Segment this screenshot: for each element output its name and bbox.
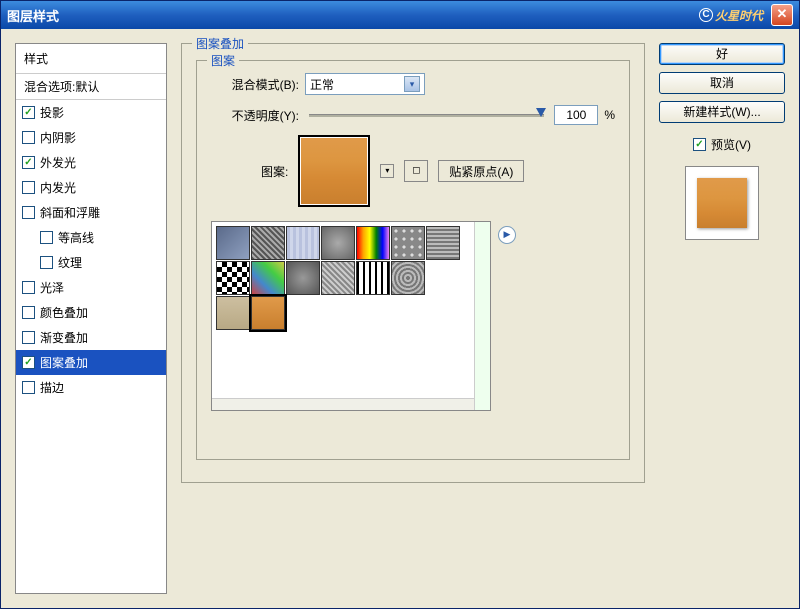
style-label: 内发光	[40, 179, 76, 196]
style-checkbox[interactable]	[22, 106, 35, 119]
style-item-7[interactable]: 光泽	[16, 275, 166, 300]
opacity-label: 不透明度(Y):	[211, 107, 299, 124]
scrollbar-horizontal[interactable]	[212, 398, 474, 410]
style-checkbox[interactable]	[22, 181, 35, 194]
pattern-thumb[interactable]	[391, 226, 425, 260]
style-label: 颜色叠加	[40, 304, 88, 321]
pattern-thumb[interactable]	[251, 261, 285, 295]
style-checkbox[interactable]	[22, 206, 35, 219]
style-item-3[interactable]: 内发光	[16, 175, 166, 200]
styles-header: 样式	[16, 44, 166, 74]
titlebar[interactable]: 图层样式 C火星时代 ✕	[1, 1, 799, 29]
style-checkbox[interactable]	[22, 306, 35, 319]
style-label: 光泽	[40, 279, 64, 296]
style-item-6[interactable]: 纹理	[16, 250, 166, 275]
ok-button[interactable]: 好	[659, 43, 785, 65]
layer-style-dialog: 图层样式 C火星时代 ✕ 样式 混合选项:默认 投影内阴影外发光内发光斜面和浮雕…	[0, 0, 800, 609]
pattern-group: 图案 混合模式(B): 正常 ▾ 不透明度(Y): 100 %	[196, 60, 630, 460]
pattern-thumb[interactable]	[426, 226, 460, 260]
style-checkbox[interactable]	[40, 256, 53, 269]
style-label: 纹理	[58, 254, 82, 271]
style-checkbox[interactable]	[40, 231, 53, 244]
style-label: 描边	[40, 379, 64, 396]
style-label: 斜面和浮雕	[40, 204, 100, 221]
pattern-swatch-row: 图案: ▾ ◻ 贴紧原点(A)	[211, 135, 615, 207]
pattern-swatch[interactable]	[298, 135, 370, 207]
style-checkbox[interactable]	[22, 156, 35, 169]
opacity-row: 不透明度(Y): 100 %	[211, 105, 615, 125]
opacity-input[interactable]: 100	[554, 105, 598, 125]
style-label: 投影	[40, 104, 64, 121]
style-checkbox[interactable]	[22, 331, 35, 344]
dialog-content: 样式 混合选项:默认 投影内阴影外发光内发光斜面和浮雕等高线纹理光泽颜色叠加渐变…	[1, 29, 799, 608]
action-panel: 好 取消 新建样式(W)... 预览(V)	[659, 43, 785, 594]
watermark: C火星时代	[699, 7, 763, 24]
preview-thumbnail	[697, 178, 747, 228]
style-item-5[interactable]: 等高线	[16, 225, 166, 250]
style-item-10[interactable]: 图案叠加	[16, 350, 166, 375]
style-checkbox[interactable]	[22, 381, 35, 394]
pattern-thumb[interactable]	[391, 261, 425, 295]
style-item-8[interactable]: 颜色叠加	[16, 300, 166, 325]
pattern-thumb[interactable]	[286, 226, 320, 260]
pattern-thumb[interactable]	[321, 261, 355, 295]
pattern-dropdown-arrow[interactable]: ▾	[380, 164, 394, 178]
blend-options-default[interactable]: 混合选项:默认	[16, 74, 166, 100]
pattern-thumb[interactable]	[251, 296, 285, 330]
settings-panel: 图案叠加 图案 混合模式(B): 正常 ▾ 不透明度(Y): 100	[181, 43, 645, 594]
styles-list: 样式 混合选项:默认 投影内阴影外发光内发光斜面和浮雕等高线纹理光泽颜色叠加渐变…	[15, 43, 167, 594]
preview-checkbox[interactable]	[693, 138, 706, 151]
chevron-down-icon: ▾	[404, 76, 420, 92]
opacity-suffix: %	[604, 108, 615, 122]
slider-thumb[interactable]	[536, 108, 546, 117]
pattern-thumb[interactable]	[216, 261, 250, 295]
scrollbar-vertical[interactable]	[474, 222, 490, 410]
pattern-overlay-group: 图案叠加 图案 混合模式(B): 正常 ▾ 不透明度(Y): 100	[181, 43, 645, 483]
cancel-button[interactable]: 取消	[659, 72, 785, 94]
style-label: 图案叠加	[40, 354, 88, 371]
style-checkbox[interactable]	[22, 356, 35, 369]
blend-mode-select[interactable]: 正常 ▾	[305, 73, 425, 95]
preview-label: 预览(V)	[711, 136, 751, 153]
pattern-thumb[interactable]	[286, 261, 320, 295]
pattern-thumb[interactable]	[216, 226, 250, 260]
preview-box	[685, 166, 759, 240]
pattern-thumb	[426, 261, 460, 295]
style-item-0[interactable]: 投影	[16, 100, 166, 125]
pattern-label: 图案:	[261, 163, 288, 180]
outer-legend: 图案叠加	[192, 35, 248, 52]
window-title: 图层样式	[7, 6, 699, 25]
pattern-grid	[212, 222, 464, 410]
pattern-thumb[interactable]	[356, 226, 390, 260]
opacity-slider[interactable]	[309, 114, 544, 117]
new-style-button[interactable]: 新建样式(W)...	[659, 101, 785, 123]
blend-mode-label: 混合模式(B):	[211, 76, 299, 93]
style-item-2[interactable]: 外发光	[16, 150, 166, 175]
pattern-thumb[interactable]	[321, 226, 355, 260]
style-label: 等高线	[58, 229, 94, 246]
style-item-1[interactable]: 内阴影	[16, 125, 166, 150]
style-label: 内阴影	[40, 129, 76, 146]
style-item-4[interactable]: 斜面和浮雕	[16, 200, 166, 225]
preview-checkbox-row[interactable]: 预览(V)	[659, 136, 785, 153]
snap-origin-button[interactable]: 贴紧原点(A)	[438, 160, 524, 182]
style-checkbox[interactable]	[22, 131, 35, 144]
inner-legend: 图案	[207, 52, 239, 69]
pattern-picker: ▶	[211, 221, 491, 411]
blend-mode-row: 混合模式(B): 正常 ▾	[211, 73, 615, 95]
style-item-11[interactable]: 描边	[16, 375, 166, 400]
pattern-thumb[interactable]	[251, 226, 285, 260]
style-label: 外发光	[40, 154, 76, 171]
picker-menu-button[interactable]: ▶	[498, 226, 516, 244]
close-button[interactable]: ✕	[771, 4, 793, 26]
style-checkbox[interactable]	[22, 281, 35, 294]
style-item-9[interactable]: 渐变叠加	[16, 325, 166, 350]
new-preset-button[interactable]: ◻	[404, 160, 428, 182]
pattern-thumb[interactable]	[356, 261, 390, 295]
pattern-thumb[interactable]	[216, 296, 250, 330]
style-label: 渐变叠加	[40, 329, 88, 346]
